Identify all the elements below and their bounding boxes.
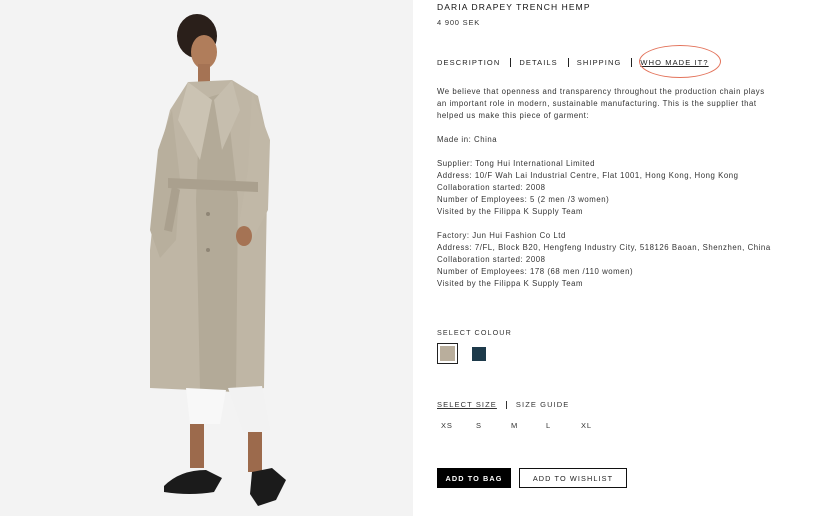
intro-line: helped us make this piece of garment: (437, 111, 590, 120)
size-option-l[interactable]: L (542, 421, 577, 430)
tab-divider (631, 58, 633, 67)
model-illustration (0, 0, 413, 516)
action-buttons: ADD TO BAG ADD TO WISHLIST (437, 468, 627, 488)
product-image (0, 0, 413, 516)
size-options: XS S M L XL (437, 421, 612, 430)
supplier-name: Supplier: Tong Hui International Limited (437, 159, 595, 168)
tab-shipping[interactable]: SHIPPING (577, 58, 622, 67)
tab-description[interactable]: DESCRIPTION (437, 58, 500, 67)
size-option-xs[interactable]: XS (437, 421, 472, 430)
supplier-address: Address: 10/F Wah Lai Industrial Centre,… (437, 171, 739, 180)
beige-swatch (440, 346, 455, 361)
navy-swatch (471, 346, 486, 361)
factory-name: Factory: Jun Hui Fashion Co Ltd (437, 231, 566, 240)
colour-option-navy[interactable] (468, 343, 489, 364)
intro-line: an important role in modern, sustainable… (437, 99, 757, 108)
intro-line: We believe that openness and transparenc… (437, 87, 765, 96)
add-to-wishlist-button[interactable]: ADD TO WISHLIST (519, 468, 627, 488)
supplier-collab: Collaboration started: 2008 (437, 183, 546, 192)
tab-divider (510, 58, 512, 67)
product-info-panel: DARIA DRAPEY TRENCH HEMP 4 900 SEK DESCR… (437, 0, 836, 516)
factory-address: Address: 7/FL, Block B20, Hengfeng Indus… (437, 243, 771, 252)
select-colour-label: SELECT COLOUR (437, 328, 512, 337)
size-header: SELECT SIZE SIZE GUIDE (437, 400, 569, 409)
product-title: DARIA DRAPEY TRENCH HEMP (437, 2, 591, 12)
tab-divider (567, 58, 569, 67)
size-guide-link[interactable]: SIZE GUIDE (516, 400, 570, 409)
made-in-text: Made in: China (437, 135, 498, 144)
size-option-xl[interactable]: XL (577, 421, 612, 430)
supplier-employees: Number of Employees: 5 (2 men /3 women) (437, 195, 610, 204)
who-made-it-content: We believe that openness and transparenc… (437, 86, 836, 290)
tab-details[interactable]: DETAILS (519, 58, 557, 67)
product-price: 4 900 SEK (437, 18, 481, 27)
factory-collab: Collaboration started: 2008 (437, 255, 546, 264)
select-size-link[interactable]: SELECT SIZE (437, 400, 497, 409)
colour-option-beige[interactable] (437, 343, 458, 364)
info-tabs: DESCRIPTION DETAILS SHIPPING WHO MADE IT… (437, 58, 709, 67)
factory-employees: Number of Employees: 178 (68 men /110 wo… (437, 267, 634, 276)
colour-swatches (437, 343, 489, 364)
supplier-visited: Visited by the Filippa K Supply Team (437, 207, 584, 216)
size-option-s[interactable]: S (472, 421, 507, 430)
size-divider (505, 400, 507, 409)
tab-who-made-it[interactable]: WHO MADE IT? (640, 58, 708, 67)
size-option-m[interactable]: M (507, 421, 542, 430)
add-to-bag-button[interactable]: ADD TO BAG (437, 468, 511, 488)
factory-visited: Visited by the Filippa K Supply Team (437, 279, 584, 288)
